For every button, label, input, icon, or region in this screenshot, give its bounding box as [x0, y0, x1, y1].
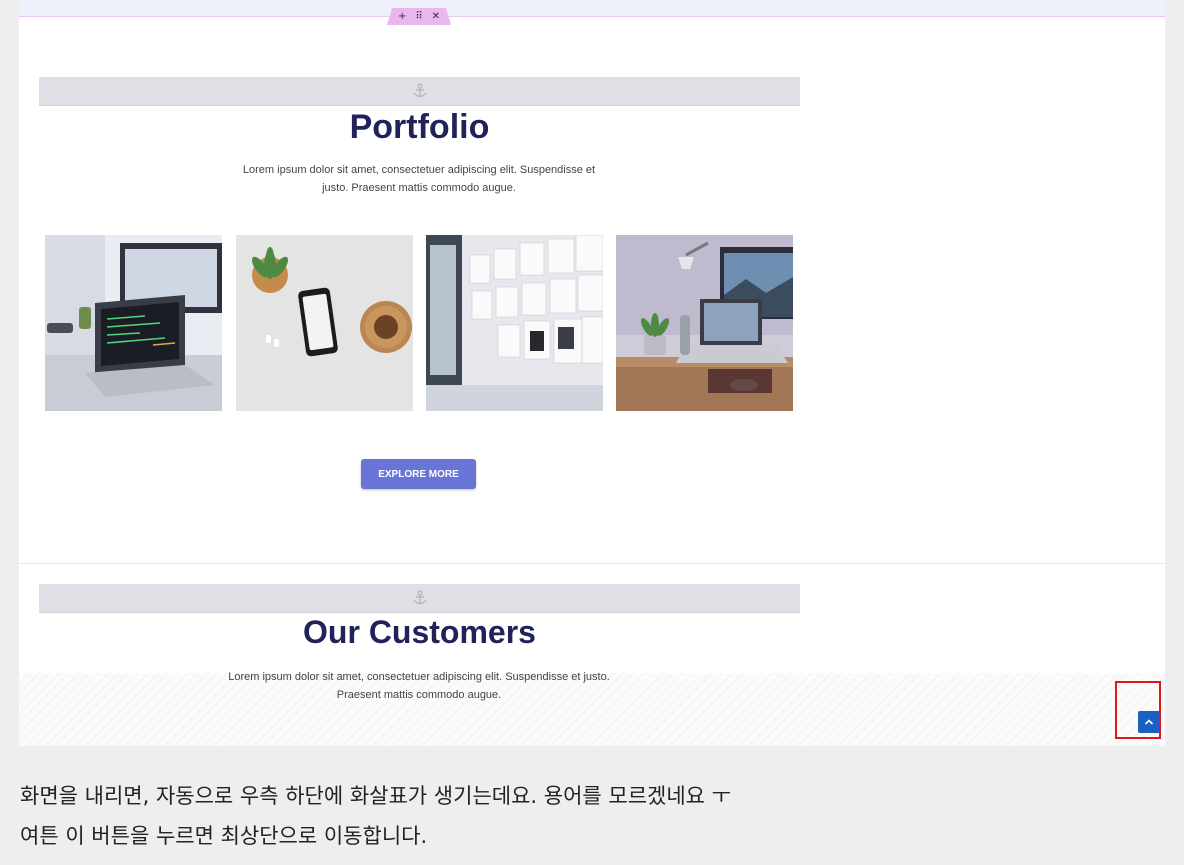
widget-bar[interactable] — [39, 77, 800, 106]
portfolio-description: Lorem ipsum dolor sit amet, consectetuer… — [242, 164, 596, 194]
editor-top-strip — [19, 0, 1165, 17]
caption-line-2: 여튼 이 버튼을 누르면 최상단으로 이동합니다. — [20, 824, 428, 848]
highlight-box — [1115, 681, 1161, 739]
widget-bar[interactable] — [39, 584, 800, 613]
customers-title: Our Customers — [303, 614, 536, 650]
workspace-laptop-photo[interactable] — [616, 235, 793, 411]
anchor-icon — [412, 83, 427, 98]
customers-description: Lorem ipsum dolor sit amet, consectetuer… — [228, 671, 610, 701]
portfolio-title: Portfolio — [349, 108, 490, 146]
anchor-icon — [412, 590, 427, 605]
caption-line-1: 화면을 내리면, 자동으로 우측 하단에 화살표가 생기는데요. 용어를 모르겠… — [20, 784, 731, 808]
customers-section: Our Customers Lorem ipsum dolor sit amet… — [19, 564, 1165, 746]
explore-more-button[interactable]: EXPLORE MORE — [361, 459, 476, 489]
phone-plant-photo[interactable] — [236, 235, 413, 411]
page-screenshot: + ⠿ ✕ Portfolio Lorem ipsum dolor sit am… — [19, 0, 1165, 746]
laptop-desk-photo[interactable] — [45, 235, 222, 411]
wall-sketches-photo[interactable] — [426, 235, 603, 411]
portfolio-section: Portfolio Lorem ipsum dolor sit amet, co… — [19, 17, 1165, 564]
